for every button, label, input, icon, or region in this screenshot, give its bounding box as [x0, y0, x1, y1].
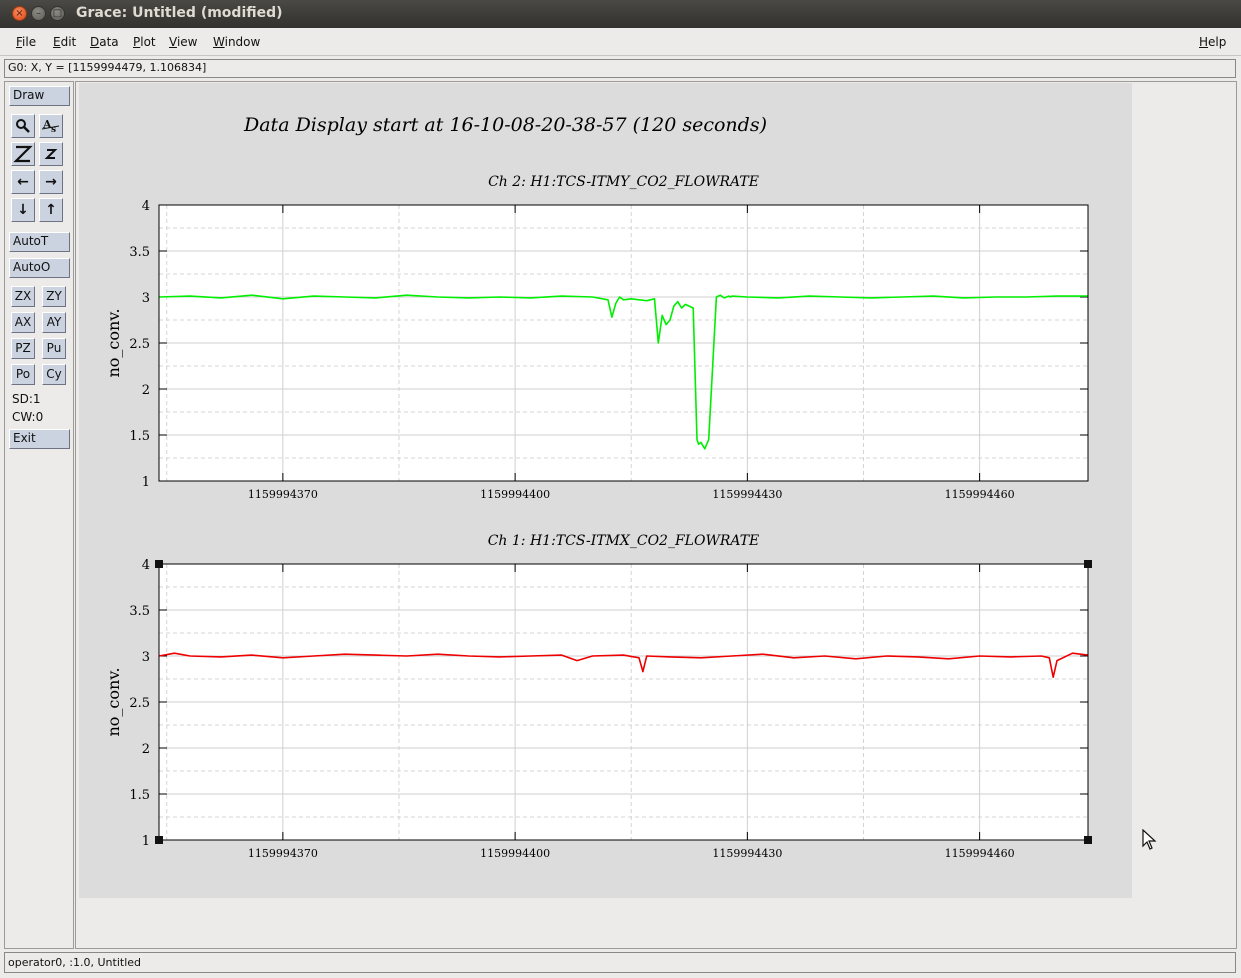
- x-tick-label: 1159994400: [480, 488, 550, 501]
- cy-button[interactable]: Cy: [42, 364, 66, 385]
- y-tick-label: 1.5: [129, 788, 150, 803]
- zoom-in-z-button[interactable]: [11, 142, 35, 166]
- exit-button[interactable]: Exit: [9, 429, 70, 449]
- minimize-window-button[interactable]: –: [31, 6, 46, 21]
- menu-file[interactable]: File: [16, 35, 36, 49]
- menu-window[interactable]: Window: [213, 35, 260, 49]
- arrow-down-icon: ↓: [17, 202, 29, 218]
- x-tick-label: 1159994460: [945, 488, 1015, 501]
- scroll-left-button[interactable]: ←: [11, 170, 35, 194]
- locator-bar: G0: X, Y = [1159994479, 1.106834]: [4, 59, 1236, 78]
- autoo-button[interactable]: AutoO: [9, 258, 70, 278]
- zoom-out-z-icon: [44, 149, 58, 159]
- plot-svg: Data Display start at 16-10-08-20-38-57 …: [104, 114, 1092, 860]
- y-tick-label: 4: [142, 558, 150, 573]
- title-bar: × – □ Grace: Untitled (modified): [0, 0, 1241, 28]
- arrow-up-icon: ↑: [45, 202, 57, 218]
- x-tick-label: 1159994430: [712, 847, 782, 860]
- draw-button[interactable]: Draw: [9, 86, 70, 106]
- x-tick-label: 1159994370: [248, 847, 318, 860]
- ay-button[interactable]: AY: [42, 312, 66, 333]
- arrow-right-icon: →: [45, 174, 57, 190]
- selection-handle: [155, 836, 163, 844]
- zoom-in-z-icon: [13, 145, 33, 163]
- autot-button[interactable]: AutoT: [9, 232, 70, 252]
- y-axis-label-1: no_conv.: [104, 308, 123, 377]
- menu-edit[interactable]: Edit: [53, 35, 76, 49]
- menubar: File Edit Data Plot View Window Help: [0, 28, 1241, 56]
- text-as-icon: A s: [41, 118, 60, 135]
- arrow-left-icon: ←: [17, 174, 29, 190]
- zoom-out-z-button[interactable]: [39, 142, 63, 166]
- x-tick-label: 1159994430: [712, 488, 782, 501]
- locator-text: G0: X, Y = [1159994479, 1.106834]: [8, 61, 207, 74]
- x-tick-label: 1159994400: [480, 847, 550, 860]
- sd-label: SD:1: [12, 392, 41, 406]
- scroll-up-button[interactable]: ↑: [39, 198, 63, 222]
- y-tick-label: 3.5: [129, 604, 150, 619]
- left-toolbar: Draw A s ← → ↓ ↑ AutoT AutoO ZX ZY AX AY…: [4, 81, 74, 949]
- text-as-button[interactable]: A s: [39, 114, 63, 138]
- y-tick-label: 4: [142, 199, 150, 214]
- chart-title-1: Ch 2: H1:TCS-ITMY_CO2_FLOWRATE: [488, 174, 759, 190]
- y-tick-label: 3.5: [129, 245, 150, 260]
- selection-handle: [155, 560, 163, 568]
- close-window-button[interactable]: ×: [12, 6, 27, 21]
- zx-button[interactable]: ZX: [11, 286, 35, 307]
- y-tick-label: 2: [142, 383, 150, 398]
- graph-canvas[interactable]: Data Display start at 16-10-08-20-38-57 …: [79, 83, 1132, 898]
- scroll-right-button[interactable]: →: [39, 170, 63, 194]
- zoom-button[interactable]: [11, 114, 35, 138]
- zy-button[interactable]: ZY: [42, 286, 66, 307]
- scroll-down-button[interactable]: ↓: [11, 198, 35, 222]
- selection-handle: [1084, 836, 1092, 844]
- status-text: operator0, :1.0, Untitled: [8, 956, 142, 969]
- menu-plot[interactable]: Plot: [133, 35, 156, 49]
- menu-data[interactable]: Data: [90, 35, 119, 49]
- y-tick-label: 3: [142, 650, 150, 665]
- chart-title-2: Ch 1: H1:TCS-ITMX_CO2_FLOWRATE: [488, 533, 760, 549]
- zoom-icon: [16, 119, 30, 133]
- maximize-window-button[interactable]: □: [50, 6, 65, 21]
- selection-handle: [1084, 560, 1092, 568]
- x-tick-label: 1159994370: [248, 488, 318, 501]
- y-tick-label: 1: [142, 475, 150, 490]
- x-tick-label: 1159994460: [945, 847, 1015, 860]
- status-bar: operator0, :1.0, Untitled: [4, 952, 1236, 973]
- window-title: Grace: Untitled (modified): [76, 5, 283, 21]
- y-axis-label-2: no_conv.: [104, 667, 123, 736]
- y-tick-label: 2.5: [129, 337, 150, 352]
- pu-button[interactable]: Pu: [42, 338, 66, 359]
- po-button[interactable]: Po: [11, 364, 35, 385]
- y-tick-label: 3: [142, 291, 150, 306]
- menu-help[interactable]: Help: [1199, 35, 1226, 49]
- main-title: Data Display start at 16-10-08-20-38-57 …: [243, 114, 767, 136]
- pz-button[interactable]: PZ: [11, 338, 35, 359]
- cw-label: CW:0: [12, 410, 44, 424]
- ax-button[interactable]: AX: [11, 312, 35, 333]
- y-tick-label: 2: [142, 742, 150, 757]
- y-tick-label: 1: [142, 834, 150, 849]
- menu-view[interactable]: View: [169, 35, 197, 49]
- y-tick-label: 1.5: [129, 429, 150, 444]
- y-tick-label: 2.5: [129, 696, 150, 711]
- mouse-pointer-icon: [1142, 829, 1157, 850]
